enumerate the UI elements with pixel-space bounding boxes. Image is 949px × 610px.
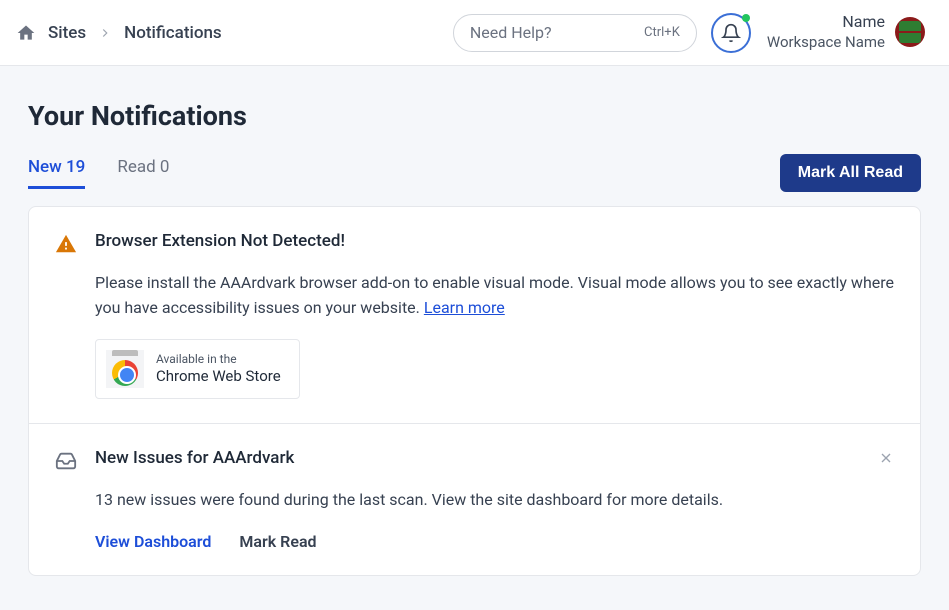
chevron-right-icon [98, 26, 112, 40]
view-dashboard-link[interactable]: View Dashboard [95, 532, 211, 551]
notification-indicator-dot [742, 14, 750, 22]
bell-icon [721, 23, 741, 43]
search-placeholder: Need Help? [470, 23, 552, 42]
user-name: Name [767, 12, 885, 33]
notification-actions: View Dashboard Mark Read [95, 532, 860, 551]
chrome-icon [106, 350, 144, 388]
learn-more-link[interactable]: Learn more [424, 298, 505, 317]
mark-all-read-button[interactable]: Mark All Read [780, 154, 921, 192]
breadcrumb-current: Notifications [124, 23, 222, 43]
user-menu[interactable]: Name Workspace Name [767, 12, 925, 52]
search-shortcut: Ctrl+K [644, 25, 680, 40]
header-bar: Sites Notifications Need Help? Ctrl+K Na… [0, 0, 949, 66]
tabs: New 19 Read 0 [28, 157, 169, 189]
help-search[interactable]: Need Help? Ctrl+K [453, 14, 697, 52]
notification-description: Please install the AAArdvark browser add… [95, 271, 894, 321]
close-icon[interactable] [878, 448, 894, 552]
breadcrumb: Sites Notifications [16, 23, 453, 43]
home-icon[interactable] [16, 23, 36, 43]
workspace-name: Workspace Name [767, 33, 885, 53]
tab-new[interactable]: New 19 [28, 157, 85, 189]
notification-title: Browser Extension Not Detected! [95, 231, 894, 251]
mark-read-link[interactable]: Mark Read [239, 532, 316, 551]
tab-read[interactable]: Read 0 [117, 157, 169, 189]
chrome-web-store-badge[interactable]: Available in the Chrome Web Store [95, 339, 300, 399]
notification-card: Browser Extension Not Detected! Please i… [29, 207, 920, 424]
notification-card: New Issues for AAArdvark 13 new issues w… [29, 424, 920, 576]
breadcrumb-sites[interactable]: Sites [48, 23, 86, 43]
page-title: Your Notifications [28, 100, 921, 132]
main-content: Your Notifications New 19 Read 0 Mark Al… [0, 66, 949, 576]
warning-icon [55, 231, 77, 399]
avatar [895, 17, 925, 47]
inbox-icon [55, 448, 77, 552]
notifications-bell-button[interactable] [711, 13, 751, 53]
notifications-list: Browser Extension Not Detected! Please i… [28, 206, 921, 576]
notification-description: 13 new issues were found during the last… [95, 488, 860, 513]
notification-title: New Issues for AAArdvark [95, 448, 860, 468]
tabs-row: New 19 Read 0 Mark All Read [28, 154, 921, 192]
